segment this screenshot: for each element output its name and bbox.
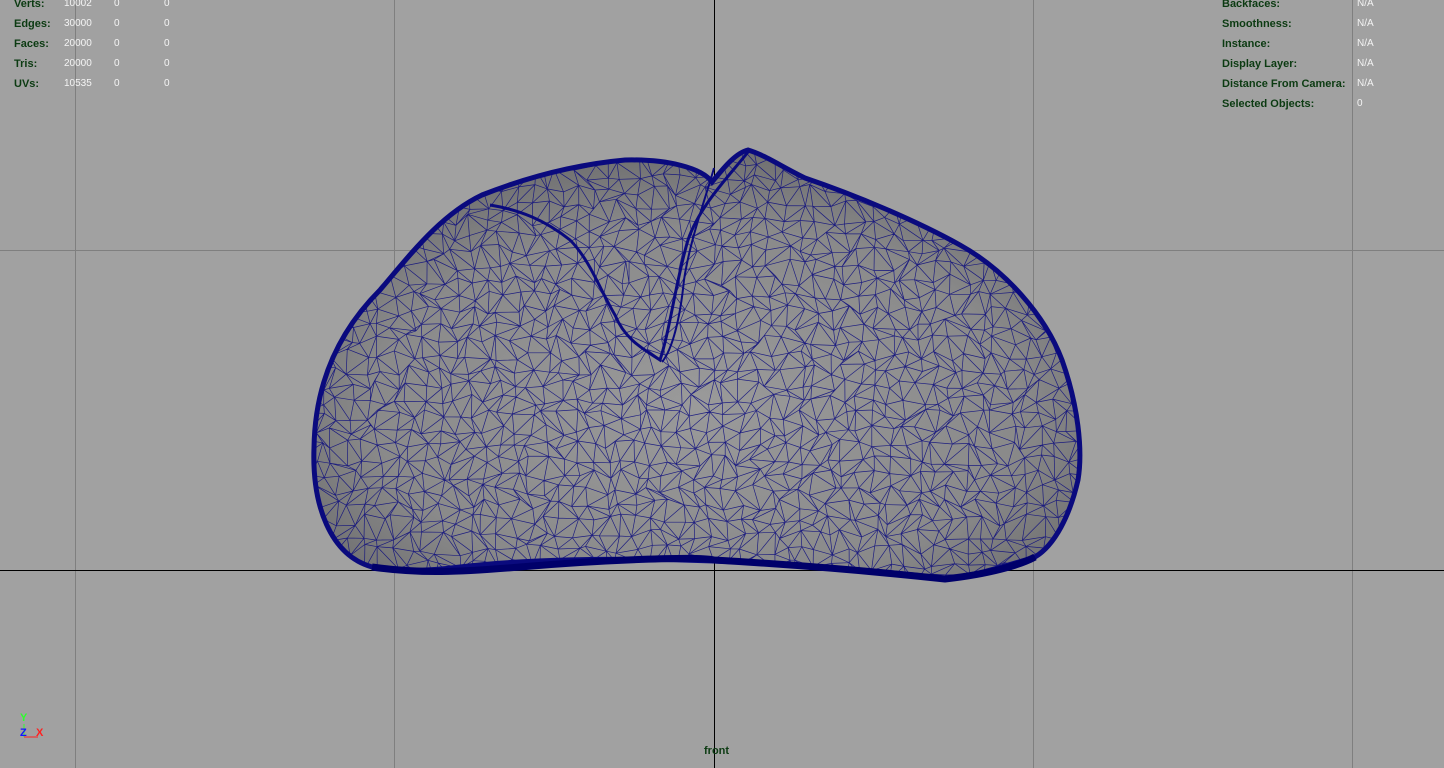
- hud-value-faces-selected: 0: [114, 38, 120, 49]
- perspective-viewport[interactable]: Verts: 10002 0 0 Edges: 30000 0 0 Faces:…: [0, 0, 1444, 768]
- hud-value-uvs-total: 10535: [64, 78, 92, 89]
- poly-count-hud: Verts: 10002 0 0 Edges: 30000 0 0 Faces:…: [14, 0, 184, 94]
- hud-label-tris: Tris:: [14, 58, 38, 70]
- hud-label-distance-from-camera: Distance From Camera:: [1222, 78, 1346, 90]
- hud-label-uvs: UVs:: [14, 78, 40, 90]
- hud-value-distance-from-camera: N/A: [1357, 78, 1374, 89]
- viewport-grid: [0, 0, 1444, 768]
- hud-value-faces-total: 20000: [64, 38, 92, 49]
- hud-value-edges-total: 30000: [64, 18, 92, 29]
- hud-value-smoothness: N/A: [1357, 18, 1374, 29]
- hud-value-backfaces: N/A: [1357, 0, 1374, 9]
- hud-label-instance: Instance:: [1222, 38, 1271, 50]
- hud-value-verts-highlighted: 0: [164, 0, 170, 9]
- hud-value-display-layer: N/A: [1357, 58, 1374, 69]
- hud-value-uvs-selected: 0: [114, 78, 120, 89]
- hud-label-edges: Edges:: [14, 18, 51, 30]
- object-details-hud: Backfaces: N/A Smoothness: N/A Instance:…: [1222, 0, 1422, 114]
- axis-label-y: Y: [20, 712, 28, 724]
- camera-name-label: front: [704, 745, 730, 757]
- axis-label-z: Z: [20, 727, 27, 739]
- hud-value-tris-selected: 0: [114, 58, 120, 69]
- hud-value-selected-objects: 0: [1357, 98, 1363, 109]
- hud-label-selected-objects: Selected Objects:: [1222, 98, 1315, 110]
- hud-label-smoothness: Smoothness:: [1222, 18, 1292, 30]
- hud-label-faces: Faces:: [14, 38, 49, 50]
- hud-value-edges-highlighted: 0: [164, 18, 170, 29]
- hud-value-uvs-highlighted: 0: [164, 78, 170, 89]
- hud-label-backfaces: Backfaces:: [1222, 0, 1281, 10]
- wireframe-mesh[interactable]: [299, 139, 1105, 601]
- hud-value-faces-highlighted: 0: [164, 38, 170, 49]
- axis-label-x: X: [36, 727, 44, 739]
- hud-value-verts-total: 10002: [64, 0, 92, 9]
- hud-label-display-layer: Display Layer:: [1222, 58, 1298, 70]
- hud-value-edges-selected: 0: [114, 18, 120, 29]
- hud-value-instance: N/A: [1357, 38, 1374, 49]
- hud-value-tris-highlighted: 0: [164, 58, 170, 69]
- hud-value-verts-selected: 0: [114, 0, 120, 9]
- hud-value-tris-total: 20000: [64, 58, 92, 69]
- hud-label-verts: Verts:: [14, 0, 45, 10]
